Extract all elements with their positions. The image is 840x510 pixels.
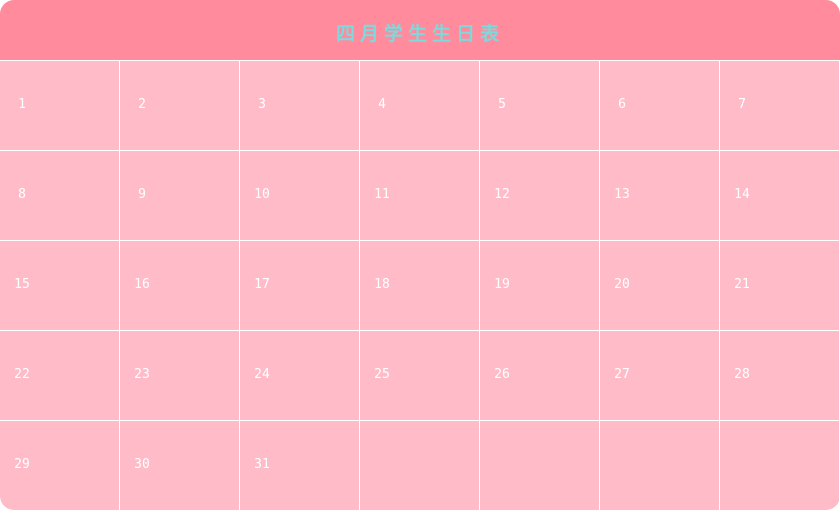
day-cell-6[interactable]: 6 xyxy=(600,61,719,150)
day-number: 3 xyxy=(258,97,266,112)
day-cell-5[interactable]: 5 xyxy=(480,61,599,150)
day-cell-23[interactable]: 23 xyxy=(120,331,239,420)
day-cell-31[interactable]: 31 xyxy=(240,421,359,510)
day-number: 7 xyxy=(738,97,746,112)
day-cell-4[interactable]: 4 xyxy=(360,61,479,150)
day-number: 8 xyxy=(18,187,26,202)
day-number: 13 xyxy=(614,187,630,202)
day-cell-13[interactable]: 13 xyxy=(600,151,719,240)
day-number: 21 xyxy=(734,277,750,292)
day-cell-14[interactable]: 14 xyxy=(720,151,839,240)
day-number: 5 xyxy=(498,97,506,112)
day-cell-2[interactable]: 2 xyxy=(120,61,239,150)
calendar-grid: 1 2 3 4 5 6 7 8 9 10 11 12 13 14 15 16 17 18 19 20 21 22 23 24 2… xyxy=(0,61,840,510)
day-number: 26 xyxy=(494,367,510,382)
day-cell-28[interactable]: 28 xyxy=(720,331,839,420)
day-cell-24[interactable]: 24 xyxy=(240,331,359,420)
day-number: 15 xyxy=(14,277,30,292)
day-number: 31 xyxy=(254,457,270,472)
day-number: 23 xyxy=(134,367,150,382)
day-cell-29[interactable]: 29 xyxy=(0,421,119,510)
day-number: 22 xyxy=(14,367,30,382)
day-cell-12[interactable]: 12 xyxy=(480,151,599,240)
day-cell-7[interactable]: 7 xyxy=(720,61,839,150)
day-number: 29 xyxy=(14,457,30,472)
day-number: 24 xyxy=(254,367,270,382)
day-number: 19 xyxy=(494,277,510,292)
day-cell-9[interactable]: 9 xyxy=(120,151,239,240)
day-number: 30 xyxy=(134,457,150,472)
day-number: 18 xyxy=(374,277,390,292)
day-cell-10[interactable]: 10 xyxy=(240,151,359,240)
day-cell-21[interactable]: 21 xyxy=(720,241,839,330)
day-number: 14 xyxy=(734,187,750,202)
day-number: 2 xyxy=(138,97,146,112)
day-number: 6 xyxy=(618,97,626,112)
day-cell-1[interactable]: 1 xyxy=(0,61,119,150)
day-cell-20[interactable]: 20 xyxy=(600,241,719,330)
day-cell-30[interactable]: 30 xyxy=(120,421,239,510)
day-cell-17[interactable]: 17 xyxy=(240,241,359,330)
empty-cell[interactable] xyxy=(360,421,479,510)
empty-cell[interactable] xyxy=(480,421,599,510)
day-cell-16[interactable]: 16 xyxy=(120,241,239,330)
empty-cell[interactable] xyxy=(720,421,839,510)
day-number: 20 xyxy=(614,277,630,292)
day-number: 11 xyxy=(374,187,390,202)
day-number: 17 xyxy=(254,277,270,292)
day-number: 16 xyxy=(134,277,150,292)
calendar-title: 四月学生生日表 xyxy=(335,22,504,45)
day-cell-3[interactable]: 3 xyxy=(240,61,359,150)
day-cell-8[interactable]: 8 xyxy=(0,151,119,240)
day-cell-15[interactable]: 15 xyxy=(0,241,119,330)
day-number: 27 xyxy=(614,367,630,382)
day-number: 12 xyxy=(494,187,510,202)
day-number: 4 xyxy=(378,97,386,112)
empty-cell[interactable] xyxy=(600,421,719,510)
day-number: 25 xyxy=(374,367,390,382)
day-cell-22[interactable]: 22 xyxy=(0,331,119,420)
day-cell-26[interactable]: 26 xyxy=(480,331,599,420)
day-cell-19[interactable]: 19 xyxy=(480,241,599,330)
day-number: 10 xyxy=(254,187,270,202)
day-number: 9 xyxy=(138,187,146,202)
day-cell-25[interactable]: 25 xyxy=(360,331,479,420)
day-number: 28 xyxy=(734,367,750,382)
day-cell-18[interactable]: 18 xyxy=(360,241,479,330)
birthday-calendar: 四月学生生日表 1 2 3 4 5 6 7 8 9 10 11 12 13 14 15 16 17 18 19 20 2… xyxy=(0,0,840,510)
calendar-header: 四月学生生日表 xyxy=(0,0,840,60)
day-cell-11[interactable]: 11 xyxy=(360,151,479,240)
day-cell-27[interactable]: 27 xyxy=(600,331,719,420)
day-number: 1 xyxy=(18,97,26,112)
